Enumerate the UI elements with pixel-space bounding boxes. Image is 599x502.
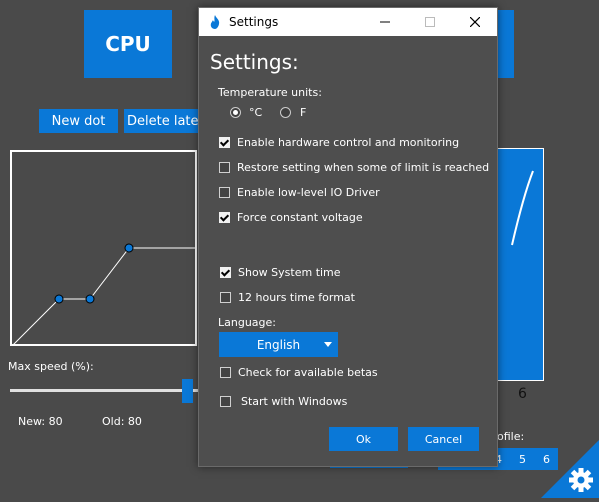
minimize-button[interactable] — [362, 8, 407, 36]
betas-label[interactable]: Check for available betas — [238, 366, 378, 379]
const-voltage-checkbox[interactable] — [219, 212, 230, 223]
new-dot-label: New dot — [51, 113, 106, 129]
hw-control-checkbox[interactable] — [219, 137, 230, 148]
temperature-graph — [497, 148, 544, 381]
axis-tick-label: 6 — [518, 386, 527, 402]
start-windows-checkbox[interactable] — [220, 396, 231, 407]
cancel-label: Cancel — [424, 432, 463, 446]
maximize-icon — [424, 17, 435, 27]
maximize-button[interactable] — [407, 8, 452, 36]
language-select[interactable]: English — [219, 332, 338, 357]
show-time-label[interactable]: Show System time — [238, 266, 341, 279]
curve-dot — [54, 294, 64, 304]
new-dot-button[interactable]: New dot — [39, 109, 118, 133]
chevron-down-icon — [324, 342, 332, 347]
delete-latest-label: Delete latest — [127, 113, 198, 129]
ok-label: Ok — [355, 432, 372, 446]
settings-corner-button[interactable] — [541, 440, 599, 498]
show-time-checkbox[interactable] — [220, 267, 231, 278]
ok-button[interactable]: Ok — [329, 427, 398, 451]
fahrenheit-radio[interactable] — [280, 107, 291, 118]
const-voltage-label[interactable]: Force constant voltage — [237, 211, 363, 224]
settings-heading: Settings: — [210, 50, 299, 74]
new-value-label: New: 80 — [18, 415, 63, 428]
curve-dot — [85, 294, 95, 304]
fan-curve-graph[interactable] — [10, 150, 197, 346]
dialog-title: Settings — [229, 15, 279, 29]
temperature-svg — [511, 170, 534, 246]
language-value: English — [256, 337, 301, 352]
fan-curve-svg — [12, 243, 197, 346]
close-icon — [469, 17, 480, 27]
max-speed-slider-thumb[interactable] — [182, 379, 193, 403]
flame-icon — [210, 15, 220, 29]
language-label: Language: — [218, 316, 276, 329]
restore-checkbox[interactable] — [219, 162, 230, 173]
fahrenheit-label[interactable]: F — [300, 106, 306, 119]
hw-control-label[interactable]: Enable hardware control and monitoring — [237, 136, 459, 149]
curve-dot — [124, 243, 134, 253]
profile-5[interactable]: 5 — [519, 453, 526, 466]
cpu-tab[interactable]: CPU — [84, 10, 172, 78]
minimize-icon — [379, 21, 390, 23]
celsius-label[interactable]: °C — [249, 106, 262, 119]
restore-label[interactable]: Restore setting when some of limit is re… — [237, 161, 489, 174]
io-driver-label[interactable]: Enable low-level IO Driver — [237, 186, 380, 199]
celsius-radio[interactable] — [230, 107, 241, 118]
cpu-label: CPU — [105, 32, 151, 56]
delete-latest-button[interactable]: Delete latest — [124, 109, 198, 133]
temp-units-label: Temperature units: — [218, 86, 322, 99]
max-speed-label: Max speed (%): — [8, 360, 94, 373]
betas-checkbox[interactable] — [220, 367, 231, 378]
start-windows-label[interactable]: Start with Windows — [241, 395, 347, 408]
close-button[interactable] — [452, 8, 497, 36]
profile-label: ofile: — [497, 430, 525, 443]
gear-icon — [541, 440, 599, 498]
io-driver-checkbox[interactable] — [219, 187, 230, 198]
cancel-button[interactable]: Cancel — [408, 427, 479, 451]
twelve-hour-label[interactable]: 12 hours time format — [238, 291, 355, 304]
max-speed-slider-track[interactable] — [10, 389, 198, 392]
twelve-hour-checkbox[interactable] — [220, 292, 231, 303]
dialog-titlebar[interactable]: Settings — [199, 8, 497, 36]
background-tile[interactable] — [497, 10, 514, 78]
settings-dialog: Settings Settings: Temperature units: °C… — [198, 7, 498, 467]
old-value-label: Old: 80 — [102, 415, 142, 428]
